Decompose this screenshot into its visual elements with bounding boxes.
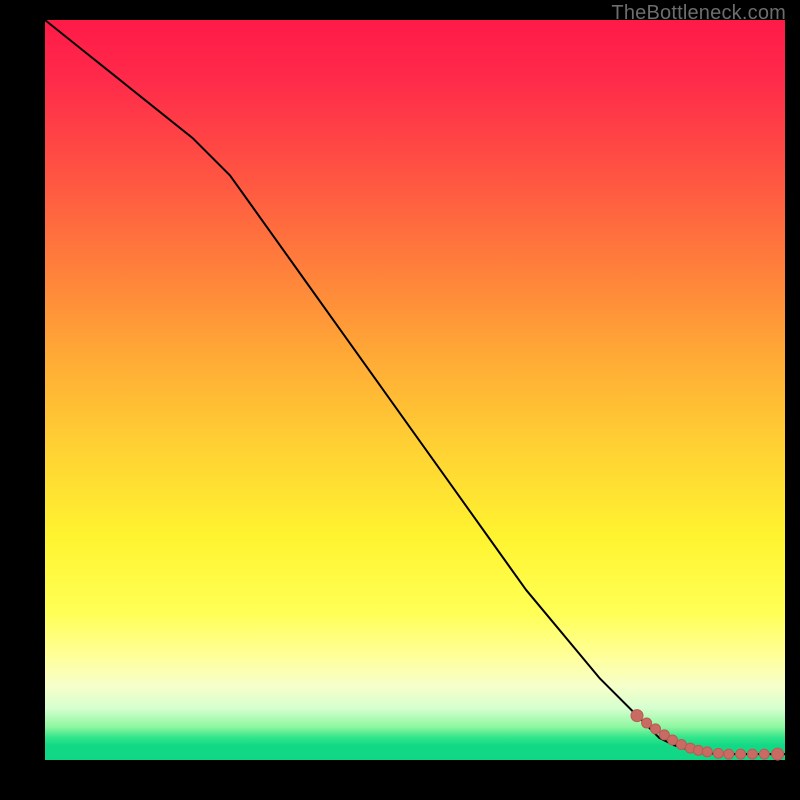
chart-marker xyxy=(747,749,757,759)
chart-marker xyxy=(693,745,703,755)
chart-marker xyxy=(772,748,784,760)
chart-marker xyxy=(702,747,712,757)
chart-marker xyxy=(713,748,723,758)
chart-marker xyxy=(724,749,734,759)
chart-marker xyxy=(642,718,652,728)
chart-marker xyxy=(736,749,746,759)
chart-markers xyxy=(631,710,784,760)
chart-marker xyxy=(631,710,643,722)
chart-marker xyxy=(651,724,661,734)
chart-frame: TheBottleneck.com xyxy=(0,0,800,800)
plot-area xyxy=(45,20,785,760)
chart-overlay xyxy=(45,20,785,760)
chart-marker xyxy=(759,749,769,759)
chart-curve xyxy=(45,20,785,754)
